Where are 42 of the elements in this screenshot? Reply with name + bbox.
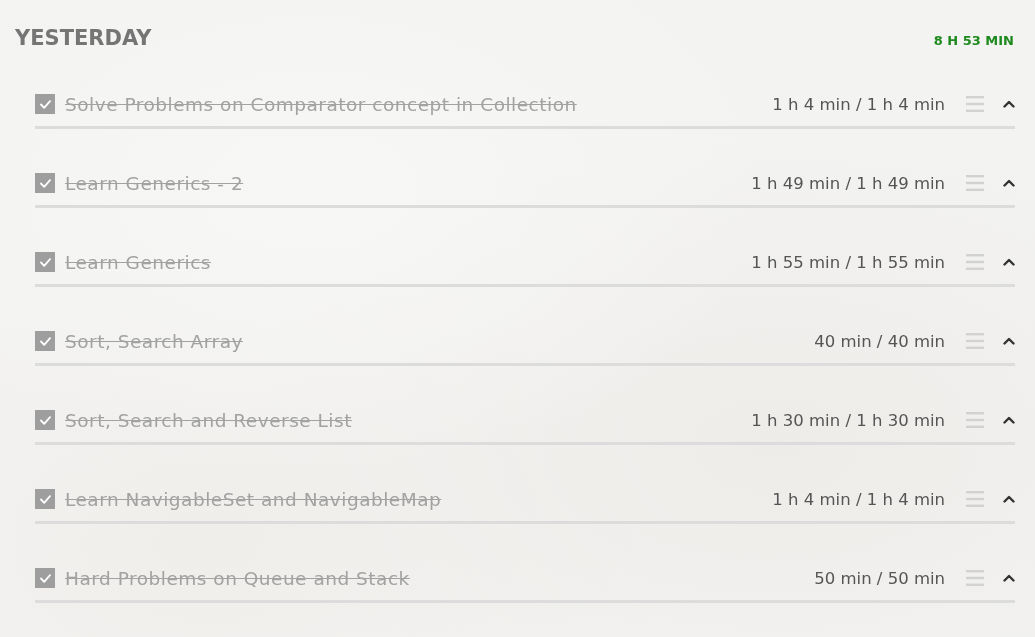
check-icon bbox=[39, 415, 51, 425]
check-icon bbox=[39, 257, 51, 267]
task-duration: 1 h 4 min / 1 h 4 min bbox=[772, 489, 945, 509]
task-title: Learn Generics - 2 bbox=[65, 172, 244, 194]
task-duration: 1 h 4 min / 1 h 4 min bbox=[772, 94, 945, 114]
check-icon bbox=[39, 336, 51, 346]
task-duration: 1 h 55 min / 1 h 55 min bbox=[751, 252, 945, 272]
section-title: YESTERDAY bbox=[15, 26, 152, 50]
menu-icon[interactable] bbox=[966, 570, 984, 586]
task-title: Learn NavigableSet and NavigableMap bbox=[65, 488, 442, 510]
task-title: Learn Generics bbox=[65, 251, 211, 273]
checkbox[interactable] bbox=[35, 173, 55, 193]
checkbox[interactable] bbox=[35, 568, 55, 588]
caret-up-icon[interactable] bbox=[1003, 100, 1015, 108]
menu-icon[interactable] bbox=[966, 254, 984, 270]
task-title: Hard Problems on Queue and Stack bbox=[65, 567, 410, 589]
task-title: Solve Problems on Comparator concept in Collection bbox=[65, 93, 577, 115]
task-duration: 1 h 30 min / 1 h 30 min bbox=[751, 410, 945, 430]
check-icon bbox=[39, 494, 51, 504]
checkbox[interactable] bbox=[35, 489, 55, 509]
menu-icon[interactable] bbox=[966, 175, 984, 191]
checkbox[interactable] bbox=[35, 94, 55, 114]
caret-up-icon[interactable] bbox=[1003, 574, 1015, 582]
task-title: Sort, Search and Reverse List bbox=[65, 409, 352, 431]
caret-up-icon[interactable] bbox=[1003, 416, 1015, 424]
task-duration: 1 h 49 min / 1 h 49 min bbox=[751, 173, 945, 193]
caret-up-icon[interactable] bbox=[1003, 179, 1015, 187]
menu-icon[interactable] bbox=[966, 96, 984, 112]
checkbox[interactable] bbox=[35, 410, 55, 430]
task-duration: 40 min / 40 min bbox=[814, 331, 945, 351]
task-duration: 50 min / 50 min bbox=[814, 568, 945, 588]
task-title: Sort, Search Array bbox=[65, 330, 243, 352]
check-icon bbox=[39, 573, 51, 583]
checkbox[interactable] bbox=[35, 252, 55, 272]
check-icon bbox=[39, 99, 51, 109]
checkbox[interactable] bbox=[35, 331, 55, 351]
check-icon bbox=[39, 178, 51, 188]
total-duration: 8 H 53 MIN bbox=[933, 32, 1014, 48]
menu-icon[interactable] bbox=[966, 333, 984, 349]
caret-up-icon[interactable] bbox=[1003, 495, 1015, 503]
caret-up-icon[interactable] bbox=[1003, 337, 1015, 345]
caret-up-icon[interactable] bbox=[1003, 258, 1015, 266]
